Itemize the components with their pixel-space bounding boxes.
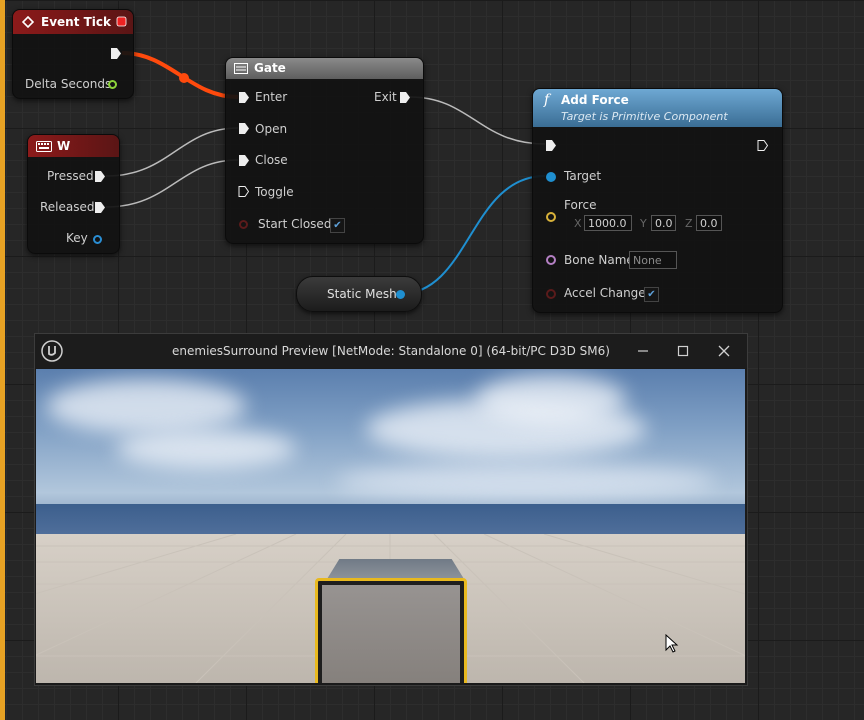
start-closed-pin[interactable] xyxy=(239,220,248,229)
pin-enter-label: Enter xyxy=(255,90,288,104)
pin-toggle-label: Toggle xyxy=(255,185,294,199)
force-pin[interactable] xyxy=(546,212,556,222)
add-force-header: f Add Force Target is Primitive Componen… xyxy=(533,89,782,127)
mouse-cursor-icon xyxy=(665,634,679,653)
cube-top-face xyxy=(327,559,464,579)
pin-force-label: Force xyxy=(564,198,597,212)
pin-delta-seconds-label: Delta Seconds xyxy=(25,77,112,91)
wire-reroute-knot xyxy=(179,73,189,83)
preview-titlebar[interactable]: enemiesSurround Preview [NetMode: Standa… xyxy=(35,334,747,368)
pin-open-label: Open xyxy=(255,122,288,136)
maximize-icon[interactable] xyxy=(672,341,694,361)
w-key-header: W xyxy=(28,135,119,157)
pin-key-label: Key xyxy=(66,231,88,245)
gate-icon xyxy=(234,63,248,74)
bone-name-field[interactable]: None xyxy=(629,251,677,269)
force-z-axis-label: Z xyxy=(685,217,693,230)
pressed-pin[interactable] xyxy=(94,171,105,182)
bone-name-pin[interactable] xyxy=(546,255,556,265)
pin-pressed-label: Pressed xyxy=(47,169,94,183)
static-mesh-out-pin[interactable] xyxy=(396,290,405,299)
exec-wire-released-to-close xyxy=(105,159,239,208)
exec-wire-pressed-to-open xyxy=(105,127,239,177)
static-mesh-node[interactable]: Static Mesh xyxy=(296,276,422,312)
delta-seconds-pin[interactable] xyxy=(108,80,117,89)
cloud xyxy=(336,464,716,499)
close-pin[interactable] xyxy=(238,155,249,166)
enter-pin[interactable] xyxy=(238,92,249,103)
cloud xyxy=(46,379,246,434)
target-pin[interactable] xyxy=(546,172,556,182)
pin-released-label: Released xyxy=(40,200,95,214)
force-x-axis-label: X xyxy=(574,217,582,230)
event-tick-header: Event Tick xyxy=(13,10,133,34)
exec-out-pin[interactable] xyxy=(110,48,121,59)
force-y-axis-label: Y xyxy=(640,217,647,230)
event-tick-title: Event Tick xyxy=(41,15,112,29)
force-x-field[interactable]: 1000.0 xyxy=(584,215,632,231)
selected-cube-mesh[interactable] xyxy=(315,578,467,683)
pin-close-label: Close xyxy=(255,153,288,167)
pin-accel-change-label: Accel Change xyxy=(564,286,646,300)
add-force-title: Add Force xyxy=(561,93,629,107)
horizon xyxy=(36,504,745,534)
start-closed-checkbox[interactable]: ✔ xyxy=(330,218,345,233)
w-key-node[interactable]: W Pressed Released Key xyxy=(27,134,120,254)
gate-node[interactable]: Gate Enter Exit Open Close Toggle Start … xyxy=(225,57,424,244)
keyboard-icon xyxy=(36,141,52,152)
released-pin[interactable] xyxy=(94,202,105,213)
minimize-icon[interactable] xyxy=(632,341,654,361)
add-force-exec-out-pin[interactable] xyxy=(757,140,768,151)
key-pin[interactable] xyxy=(93,235,102,244)
force-y-field[interactable]: 0.0 xyxy=(651,215,676,231)
cloud xyxy=(116,429,296,469)
game-viewport[interactable] xyxy=(36,369,745,683)
pin-target-label: Target xyxy=(564,169,602,183)
cloud xyxy=(476,374,626,424)
pin-start-closed-label: Start Closed xyxy=(258,217,332,231)
gate-header: Gate xyxy=(226,58,423,79)
accel-change-checkbox[interactable]: ✔ xyxy=(644,287,659,302)
event-diamond-icon xyxy=(22,16,34,28)
pin-bone-name-label: Bone Name xyxy=(564,253,634,267)
exit-pin[interactable] xyxy=(399,92,410,103)
event-tick-node[interactable]: Event Tick Delta Seconds xyxy=(12,9,134,99)
add-force-node[interactable]: f Add Force Target is Primitive Componen… xyxy=(532,88,783,313)
preview-window[interactable]: enemiesSurround Preview [NetMode: Standa… xyxy=(34,333,748,686)
open-pin[interactable] xyxy=(238,123,249,134)
cube-front-face xyxy=(322,585,460,683)
force-z-field[interactable]: 0.0 xyxy=(696,215,722,231)
toggle-pin[interactable] xyxy=(238,186,249,197)
add-force-exec-in-pin[interactable] xyxy=(545,140,556,151)
close-icon[interactable] xyxy=(713,341,735,361)
accel-change-pin[interactable] xyxy=(546,289,556,299)
w-key-title: W xyxy=(57,139,71,153)
pin-exit-label: Exit xyxy=(374,90,397,104)
static-mesh-label: Static Mesh xyxy=(327,287,397,301)
delegate-pin-icon[interactable] xyxy=(116,16,127,27)
add-force-subtitle: Target is Primitive Component xyxy=(561,110,728,123)
gate-title: Gate xyxy=(254,61,286,75)
function-icon: f xyxy=(544,92,550,108)
exec-wire-exit-to-addforce xyxy=(409,96,546,145)
